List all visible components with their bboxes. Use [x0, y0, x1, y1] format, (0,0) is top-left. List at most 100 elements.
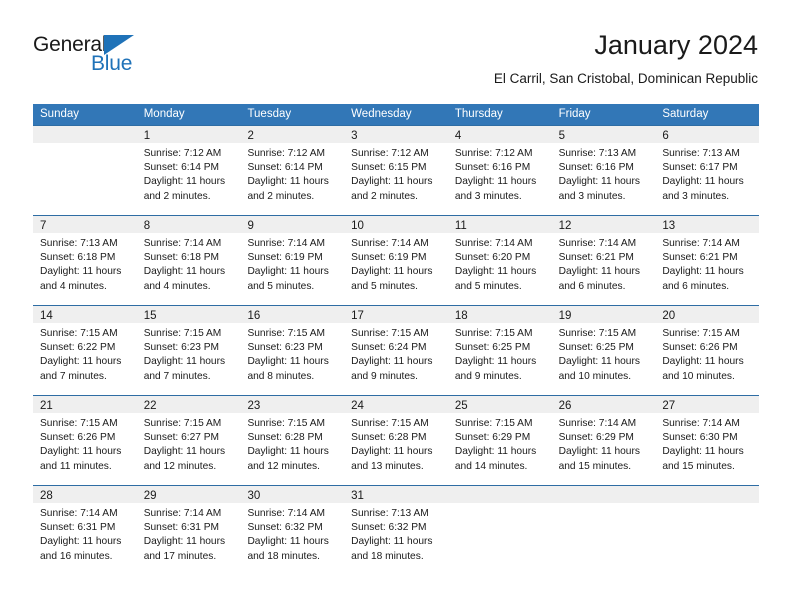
day-cell-empty[interactable] [33, 125, 137, 215]
daylight-text: and 7 minutes. [40, 370, 107, 382]
sunrise-text: Sunrise: 7:15 AM [662, 328, 740, 339]
sunrise-text: Sunrise: 7:15 AM [247, 418, 326, 429]
day-details: Sunrise: 7:15 AM Sunset: 6:22 PM Daylight:… [33, 323, 137, 384]
day-cell-25[interactable]: 25 Sunrise: 7:15 AM Sunset: 6:29 PM Dayligh… [447, 395, 552, 485]
day-details: Sunrise: 7:14 AM Sunset: 6:21 PM Daylight:… [655, 233, 759, 294]
daylight-text: Daylight: 11 hours [351, 356, 433, 368]
day-details: Sunrise: 7:15 AM Sunset: 6:25 PM Daylight:… [552, 323, 656, 384]
calendar-week-row: 14 Sunrise: 7:15 AM Sunset: 6:22 PM Dayligh… [33, 305, 760, 395]
day-cell-13[interactable]: 13 Sunrise: 7:14 AM Sunset: 6:21 PM Dayligh… [655, 215, 760, 305]
daylight-text: Daylight: 11 hours [351, 266, 433, 278]
daylight-text: and 5 minutes. [454, 280, 522, 292]
sunrise-text: Sunrise: 7:14 AM [143, 238, 222, 249]
day-number-band: 12 [551, 216, 656, 233]
day-cell-10[interactable]: 10 Sunrise: 7:14 AM Sunset: 6:19 PM Dayligh… [344, 215, 448, 305]
day-cell-21[interactable]: 21 Sunrise: 7:15 AM Sunset: 6:26 PM Dayligh… [33, 395, 137, 485]
day-number: 30 [247, 490, 261, 502]
sunrise-text: Sunrise: 7:15 AM [40, 328, 118, 339]
daylight-text: Daylight: 11 hours [143, 446, 226, 458]
day-cell-28[interactable]: 28 Sunrise: 7:14 AM Sunset: 6:31 PM Dayligh… [33, 485, 137, 575]
sunset-text: Sunset: 6:31 PM [143, 522, 220, 534]
day-cell-6[interactable]: 6 Sunrise: 7:13 AM Sunset: 6:17 PM Daylight… [655, 125, 760, 215]
daylight-text: Daylight: 11 hours [40, 356, 122, 368]
day-cell-19[interactable]: 19 Sunrise: 7:15 AM Sunset: 6:25 PM Dayligh… [551, 305, 656, 395]
daylight-text: Daylight: 11 hours [662, 356, 744, 368]
daylight-text: and 2 minutes. [351, 190, 418, 202]
weekday-header-tuesday: Tuesday [247, 108, 292, 120]
sunset-text: Sunset: 6:23 PM [247, 342, 323, 354]
day-cell-11[interactable]: 11 Sunrise: 7:14 AM Sunset: 6:20 PM Dayligh… [447, 215, 552, 305]
sunset-text: Sunset: 6:26 PM [662, 342, 738, 354]
day-number-band: 17 [344, 306, 448, 323]
day-number-band: 8 [136, 216, 241, 233]
day-cell-empty[interactable] [447, 485, 552, 575]
weekday-header-monday: Monday [143, 108, 185, 120]
day-number-band [447, 486, 552, 503]
daylight-text: Daylight: 11 hours [454, 356, 537, 368]
day-number-band: 19 [551, 306, 656, 323]
sunrise-text: Sunrise: 7:12 AM [351, 148, 429, 159]
sunset-text: Sunset: 6:15 PM [351, 162, 427, 174]
daylight-text: and 11 minutes. [40, 460, 112, 472]
day-number-band: 26 [551, 396, 656, 413]
daylight-text: and 16 minutes. [40, 550, 113, 562]
calendar-week-row: 7 Sunrise: 7:13 AM Sunset: 6:18 PM Daylight… [33, 215, 760, 305]
day-number: 4 [454, 130, 462, 142]
day-cell-7[interactable]: 7 Sunrise: 7:13 AM Sunset: 6:18 PM Daylight… [33, 215, 137, 305]
daylight-text: Daylight: 11 hours [454, 446, 537, 458]
day-cell-14[interactable]: 14 Sunrise: 7:15 AM Sunset: 6:22 PM Dayligh… [33, 305, 137, 395]
sunrise-text: Sunrise: 7:13 AM [662, 148, 740, 159]
day-cell-1[interactable]: 1 Sunrise: 7:12 AM Sunset: 6:14 PM Daylight… [136, 125, 241, 215]
day-cell-empty[interactable] [551, 485, 656, 575]
day-cell-15[interactable]: 15 Sunrise: 7:15 AM Sunset: 6:23 PM Dayligh… [136, 305, 241, 395]
day-details: Sunrise: 7:15 AM Sunset: 6:24 PM Daylight:… [344, 323, 448, 384]
day-cell-17[interactable]: 17 Sunrise: 7:15 AM Sunset: 6:24 PM Dayligh… [344, 305, 448, 395]
day-details: Sunrise: 7:15 AM Sunset: 6:26 PM Daylight:… [33, 413, 137, 474]
day-cell-22[interactable]: 22 Sunrise: 7:15 AM Sunset: 6:27 PM Dayligh… [136, 395, 241, 485]
sunrise-text: Sunrise: 7:13 AM [40, 238, 118, 249]
day-number-band: 18 [447, 306, 552, 323]
day-cell-empty[interactable] [655, 485, 760, 575]
day-details: Sunrise: 7:14 AM Sunset: 6:29 PM Daylight:… [552, 413, 656, 474]
sunset-text: Sunset: 6:22 PM [40, 342, 116, 354]
day-cell-29[interactable]: 29 Sunrise: 7:14 AM Sunset: 6:31 PM Dayligh… [136, 485, 241, 575]
daylight-text: Daylight: 11 hours [247, 356, 329, 368]
sunrise-text: Sunrise: 7:15 AM [247, 328, 326, 339]
daylight-text: and 5 minutes. [351, 280, 418, 292]
day-cell-20[interactable]: 20 Sunrise: 7:15 AM Sunset: 6:26 PM Dayligh… [655, 305, 760, 395]
day-cell-9[interactable]: 9 Sunrise: 7:14 AM Sunset: 6:19 PM Daylight… [240, 215, 345, 305]
sunset-text: Sunset: 6:18 PM [40, 252, 116, 264]
day-cell-27[interactable]: 27 Sunrise: 7:14 AM Sunset: 6:30 PM Dayligh… [655, 395, 760, 485]
day-cell-31[interactable]: 31 Sunrise: 7:13 AM Sunset: 6:32 PM Dayligh… [344, 485, 448, 575]
day-number: 18 [454, 310, 468, 322]
day-details: Sunrise: 7:14 AM Sunset: 6:18 PM Daylight:… [137, 233, 241, 294]
day-number-band: 10 [344, 216, 448, 233]
sunrise-text: Sunrise: 7:13 AM [351, 508, 429, 519]
day-cell-30[interactable]: 30 Sunrise: 7:14 AM Sunset: 6:32 PM Dayligh… [240, 485, 345, 575]
day-number: 20 [662, 310, 676, 322]
day-cell-16[interactable]: 16 Sunrise: 7:15 AM Sunset: 6:23 PM Dayligh… [240, 305, 345, 395]
day-cell-4[interactable]: 4 Sunrise: 7:12 AM Sunset: 6:16 PM Daylight… [447, 125, 552, 215]
day-number: 6 [662, 130, 669, 142]
sunrise-text: Sunrise: 7:14 AM [558, 418, 637, 429]
day-number: 29 [143, 490, 157, 502]
day-details: Sunrise: 7:12 AM Sunset: 6:14 PM Daylight:… [137, 143, 241, 204]
daylight-text: and 12 minutes. [247, 460, 320, 472]
sunset-text: Sunset: 6:17 PM [662, 162, 738, 174]
daylight-text: and 6 minutes. [558, 280, 626, 292]
day-cell-26[interactable]: 26 Sunrise: 7:14 AM Sunset: 6:29 PM Dayligh… [551, 395, 656, 485]
day-cell-3[interactable]: 3 Sunrise: 7:12 AM Sunset: 6:15 PM Daylight… [344, 125, 448, 215]
day-cell-2[interactable]: 2 Sunrise: 7:12 AM Sunset: 6:14 PM Daylight… [240, 125, 345, 215]
daylight-text: Daylight: 11 hours [247, 266, 329, 278]
daylight-text: and 5 minutes. [247, 280, 315, 292]
day-number: 7 [40, 220, 47, 232]
day-cell-18[interactable]: 18 Sunrise: 7:15 AM Sunset: 6:25 PM Dayligh… [447, 305, 552, 395]
day-cell-5[interactable]: 5 Sunrise: 7:13 AM Sunset: 6:16 PM Daylight… [551, 125, 656, 215]
day-number: 10 [351, 220, 364, 232]
sunrise-text: Sunrise: 7:15 AM [40, 418, 118, 429]
day-details: Sunrise: 7:14 AM Sunset: 6:31 PM Daylight:… [33, 503, 137, 564]
day-cell-23[interactable]: 23 Sunrise: 7:15 AM Sunset: 6:28 PM Dayligh… [240, 395, 345, 485]
day-cell-8[interactable]: 8 Sunrise: 7:14 AM Sunset: 6:18 PM Daylight… [136, 215, 241, 305]
day-cell-12[interactable]: 12 Sunrise: 7:14 AM Sunset: 6:21 PM Dayligh… [551, 215, 656, 305]
day-cell-24[interactable]: 24 Sunrise: 7:15 AM Sunset: 6:28 PM Dayligh… [344, 395, 448, 485]
